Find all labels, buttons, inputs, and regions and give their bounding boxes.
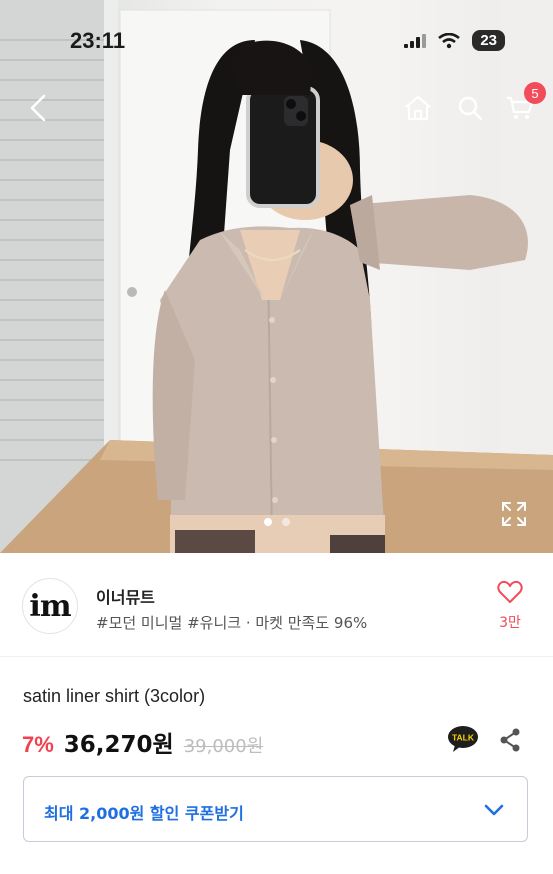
signal-icon xyxy=(404,33,427,48)
status-time: 23:11 xyxy=(70,28,126,53)
wifi-icon xyxy=(438,32,461,48)
product-image-carousel[interactable]: 23:11 23 5 xyxy=(0,0,553,553)
product-title: satin liner shirt (3color) xyxy=(23,686,206,706)
store-logo[interactable]: im xyxy=(22,578,78,634)
carousel-dot[interactable] xyxy=(281,518,290,526)
cart-count-badge: 5 xyxy=(524,82,546,104)
cart-button[interactable]: 5 xyxy=(502,82,546,126)
chevron-down-icon xyxy=(484,804,504,816)
store-section[interactable]: im 이너뮤트 #모던 미니멀 #유니크 · 마켓 만족도 96% 3만 xyxy=(0,553,553,657)
share-button[interactable] xyxy=(498,727,522,753)
expand-icon xyxy=(502,502,526,526)
search-icon xyxy=(458,96,483,121)
store-tags: #모던 미니멀 #유니크 · 마켓 만족도 96% xyxy=(96,614,368,632)
like-count: 3만 xyxy=(499,615,521,631)
talk-icon: TALK xyxy=(448,726,478,752)
kakao-talk-button[interactable]: TALK xyxy=(447,725,479,753)
original-price: 39,000원 xyxy=(183,736,264,757)
coupon-download-button[interactable]: 최대 2,000원 할인 쿠폰받기 xyxy=(23,776,528,842)
chevron-left-icon xyxy=(30,94,46,122)
svg-text:TALK: TALK xyxy=(452,733,475,743)
price-row: 7% 36,270원 39,000원 xyxy=(22,725,263,759)
product-photo xyxy=(0,0,553,553)
like-button[interactable]: 3만 xyxy=(493,580,527,632)
home-icon xyxy=(405,95,431,121)
expand-image-button[interactable] xyxy=(500,500,528,528)
back-button[interactable] xyxy=(20,90,56,126)
store-name[interactable]: 이너뮤트 xyxy=(96,584,155,608)
carousel-dot[interactable] xyxy=(263,518,272,526)
search-button[interactable] xyxy=(452,90,488,126)
heart-icon xyxy=(497,580,523,603)
coupon-label: 최대 2,000원 할인 쿠폰받기 xyxy=(44,804,244,823)
sale-price: 36,270원 xyxy=(63,732,174,758)
battery-indicator: 23 xyxy=(472,30,505,51)
carousel-indicator xyxy=(0,518,553,526)
home-button[interactable] xyxy=(400,90,436,126)
discount-rate: 7% xyxy=(22,732,54,757)
share-icon xyxy=(500,728,520,752)
status-indicators: 23 xyxy=(404,30,505,51)
